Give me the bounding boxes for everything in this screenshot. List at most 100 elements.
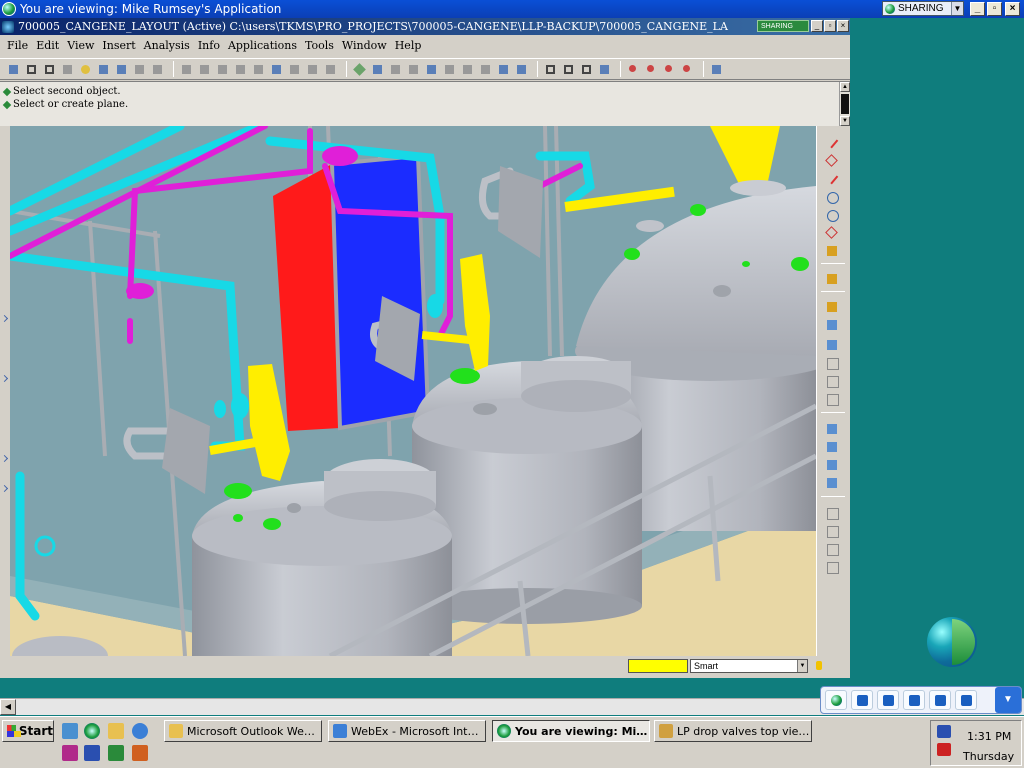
analysis-icon[interactable] (825, 244, 839, 258)
save-copy-icon[interactable] (114, 62, 129, 77)
select-icon[interactable] (305, 62, 320, 77)
task-webex-ie[interactable]: WebEx - Microsoft Inter... (328, 720, 486, 742)
menu-applications[interactable]: Applications (225, 39, 300, 52)
merge-icon[interactable] (825, 524, 839, 538)
ie-icon[interactable] (132, 723, 148, 739)
datum-points-icon[interactable] (662, 62, 677, 77)
message-scrollbar[interactable]: ▲ ▼ (839, 82, 850, 128)
clock-time[interactable]: 1:31 PM (967, 730, 1011, 743)
sketch-curve-icon[interactable] (825, 190, 839, 204)
hole-icon[interactable] (825, 422, 839, 436)
blend-icon[interactable] (825, 392, 839, 406)
excel-icon[interactable] (108, 745, 124, 761)
webex-quicklaunch-icon[interactable] (84, 723, 100, 739)
window-icon[interactable] (24, 62, 39, 77)
powerpoint-icon[interactable] (132, 745, 148, 761)
app-restore-icon[interactable]: ▫ (824, 20, 836, 32)
chevron-icon[interactable] (0, 454, 9, 463)
menu-window[interactable]: Window (339, 39, 390, 52)
copy-icon[interactable] (215, 62, 230, 77)
coord-sys-icon[interactable] (680, 62, 695, 77)
restore-icon[interactable]: ▫ (987, 2, 1002, 16)
panel-dropdown-icon[interactable]: ▼ (995, 687, 1021, 713)
revolve-icon[interactable] (825, 356, 839, 370)
component-create-icon[interactable] (825, 318, 839, 332)
datum-axis-icon[interactable] (825, 154, 839, 168)
participants-icon[interactable] (877, 690, 899, 710)
chevron-icon[interactable] (0, 484, 9, 493)
datum-point-icon[interactable] (825, 208, 839, 222)
close-window-icon[interactable] (42, 62, 57, 77)
sweep-icon[interactable] (825, 374, 839, 388)
open-file-icon[interactable] (78, 62, 93, 77)
zoom-out-icon[interactable] (460, 62, 475, 77)
redo-icon[interactable] (197, 62, 212, 77)
find-icon[interactable] (287, 62, 302, 77)
saved-views-icon[interactable] (514, 62, 529, 77)
antivirus-icon[interactable] (937, 743, 951, 756)
rib-icon[interactable] (825, 458, 839, 472)
model-viewport[interactable] (10, 126, 816, 656)
sharing-dropdown[interactable]: SHARING ▼ (882, 1, 964, 16)
annotate-icon[interactable] (955, 690, 977, 710)
pattern-icon[interactable] (825, 560, 839, 574)
no-hidden-icon[interactable] (579, 62, 594, 77)
new-file-icon[interactable] (60, 62, 75, 77)
datum-axes-icon[interactable] (644, 62, 659, 77)
word-icon[interactable] (84, 745, 100, 761)
key-icon[interactable] (62, 745, 78, 761)
scroll-thumb[interactable] (841, 94, 849, 114)
wireframe-icon[interactable] (543, 62, 558, 77)
app-close-icon[interactable]: × (837, 20, 849, 32)
start-button[interactable]: Start (2, 720, 54, 742)
scroll-up-icon[interactable]: ▲ (840, 82, 850, 92)
menu-analysis[interactable]: Analysis (141, 39, 193, 52)
save-icon[interactable] (96, 62, 111, 77)
draft-icon[interactable] (825, 476, 839, 490)
shell-icon[interactable] (825, 440, 839, 454)
mirror-tool-icon[interactable] (825, 506, 839, 520)
close-icon[interactable]: × (1005, 2, 1020, 16)
trim-icon[interactable] (825, 542, 839, 556)
app-minimize-icon[interactable]: _ (811, 20, 823, 32)
zoom-fit-icon[interactable] (478, 62, 493, 77)
chevron-icon[interactable] (0, 314, 9, 323)
repaint-icon[interactable] (406, 62, 421, 77)
shading-icon[interactable] (597, 62, 612, 77)
box-select-icon[interactable] (323, 62, 338, 77)
task-viewer[interactable]: You are viewing: Mike... (492, 720, 650, 742)
minimize-icon[interactable]: _ (970, 2, 985, 16)
paste-special-icon[interactable] (251, 62, 266, 77)
orient-icon[interactable] (352, 62, 367, 77)
mirror-icon[interactable] (269, 62, 284, 77)
menu-edit[interactable]: Edit (33, 39, 62, 52)
chevron-down-icon[interactable]: ▼ (951, 2, 963, 15)
menu-tools[interactable]: Tools (302, 39, 337, 52)
context-help-icon[interactable] (709, 62, 724, 77)
chat-icon[interactable] (903, 690, 925, 710)
undo-icon[interactable] (179, 62, 194, 77)
sketch-icon[interactable] (825, 272, 839, 286)
hidden-line-icon[interactable] (561, 62, 576, 77)
chevron-down-icon[interactable]: ▼ (797, 660, 807, 672)
datum-curve-icon[interactable] (825, 172, 839, 186)
network-icon[interactable] (937, 725, 951, 738)
spin-center-icon[interactable] (370, 62, 385, 77)
selection-filter-select[interactable]: Smart ▼ (690, 659, 808, 673)
menu-help[interactable]: Help (392, 39, 425, 52)
refresh-icon[interactable] (851, 690, 873, 710)
pan-icon[interactable] (388, 62, 403, 77)
chevron-icon[interactable] (0, 374, 9, 383)
menu-file[interactable]: File (4, 39, 31, 52)
coordinate-system-icon[interactable] (825, 226, 839, 240)
paste-icon[interactable] (233, 62, 248, 77)
desktop-icon[interactable] (62, 723, 78, 739)
task-outlook[interactable]: Microsoft Outlook Web A... (164, 720, 322, 742)
scroll-down-icon[interactable]: ▼ (840, 116, 850, 126)
notes-icon[interactable] (929, 690, 951, 710)
scroll-left-icon[interactable]: ◀ (0, 699, 16, 715)
print-icon[interactable] (150, 62, 165, 77)
task-paint[interactable]: LP drop valves top view.... (654, 720, 812, 742)
datum-plane-icon[interactable] (825, 136, 839, 150)
layers-icon[interactable] (132, 62, 147, 77)
